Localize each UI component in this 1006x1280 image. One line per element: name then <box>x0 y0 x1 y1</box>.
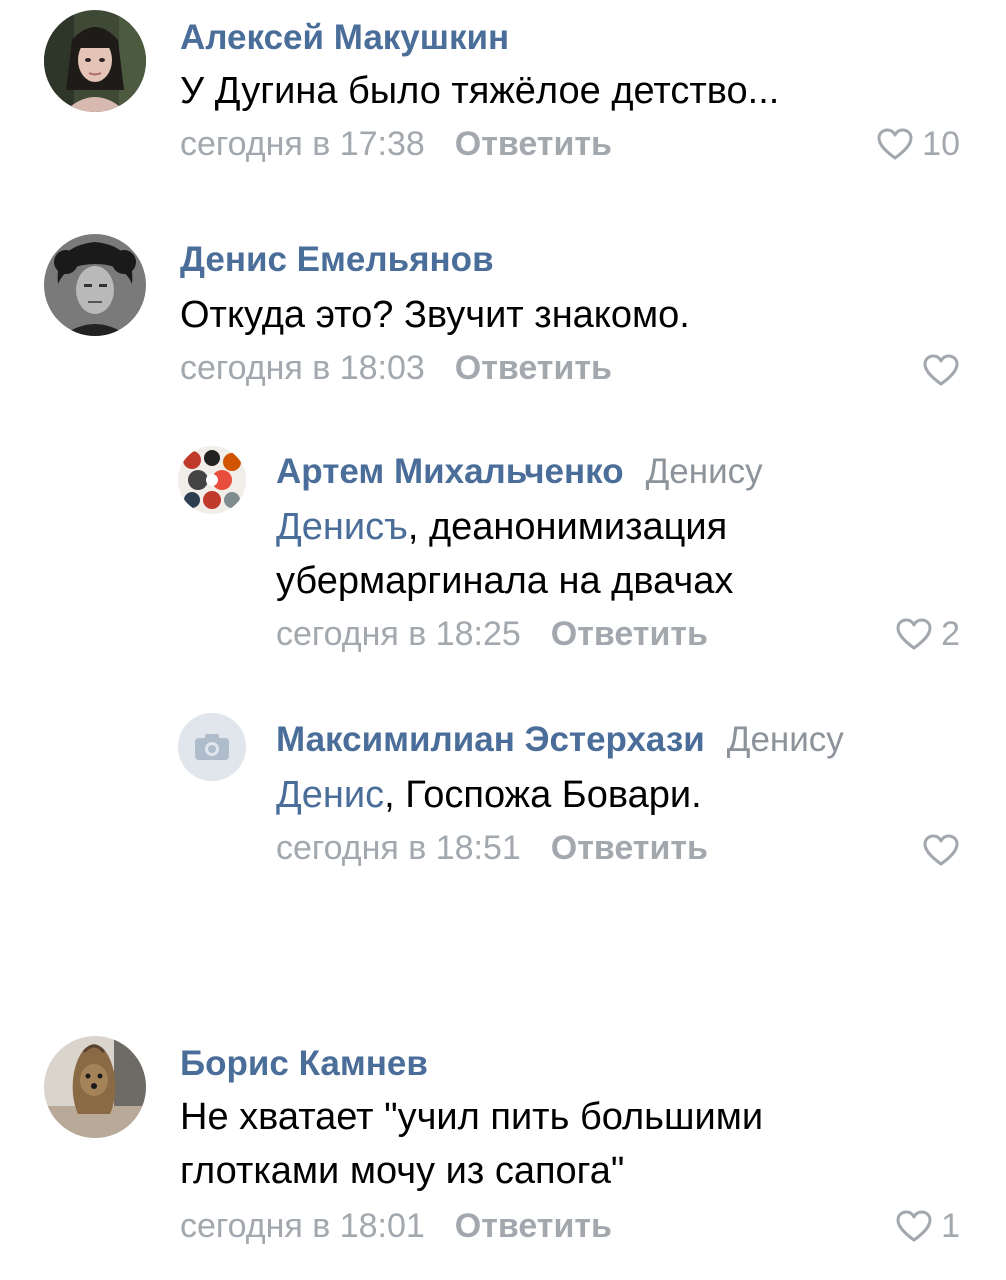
like-count: 10 <box>922 124 960 163</box>
comment-author[interactable]: Артем Михальченко <box>276 452 624 491</box>
comment-text: Не хватает "учил пить большими <box>180 1096 764 1138</box>
like-button[interactable] <box>922 350 960 390</box>
comment-text: , деанонимизация <box>407 506 728 548</box>
mention-link[interactable]: Денис <box>276 774 384 816</box>
heart-icon <box>896 1210 932 1242</box>
comment-author[interactable]: Денис Емельянов <box>180 240 494 279</box>
comment-timestamp: сегодня в 18:03 <box>180 349 425 387</box>
like-count: 1 <box>941 1206 960 1245</box>
comment-text: Откуда это? Звучит знакомо. <box>180 294 690 336</box>
comment-timestamp: сегодня в 18:51 <box>276 829 521 867</box>
user-photo-dog <box>44 1036 146 1138</box>
comment-text: убермаргинала на двачах <box>276 560 734 602</box>
avatar[interactable] <box>178 713 246 781</box>
reply-to-label[interactable]: Денису <box>646 452 763 491</box>
camera-placeholder-icon <box>178 713 246 781</box>
heart-icon <box>923 354 959 386</box>
comment-text: , Госпожа Бовари. <box>384 774 702 816</box>
comment-author[interactable]: Максимилиан Эстерхази <box>276 720 705 759</box>
comment-text: глотками мочу из сапога" <box>180 1150 625 1192</box>
comment-author[interactable]: Алексей Макушкин <box>180 18 509 57</box>
avatar[interactable] <box>44 234 146 336</box>
comment-timestamp: сегодня в 18:01 <box>180 1207 425 1245</box>
like-count: 2 <box>941 614 960 653</box>
comment-text: У Дугина было тяжёлое детство... <box>180 70 780 112</box>
avatar[interactable] <box>44 10 146 112</box>
like-button[interactable]: 2 <box>895 614 960 654</box>
mention-link[interactable]: Денисъ <box>276 506 408 548</box>
comment-author[interactable]: Борис Камнев <box>180 1044 428 1083</box>
avatar[interactable] <box>178 446 246 514</box>
comment-timestamp: сегодня в 17:38 <box>180 125 425 163</box>
user-photo-collage <box>178 446 246 514</box>
heart-icon <box>877 128 913 160</box>
user-photo-man-bw <box>44 234 146 336</box>
comment-text-line: Денисъ, деанонимизация <box>276 500 733 554</box>
reply-button[interactable]: Ответить <box>455 349 612 387</box>
reply-to-label[interactable]: Денису <box>727 720 844 759</box>
avatar[interactable] <box>44 1036 146 1138</box>
like-button[interactable] <box>922 830 960 870</box>
heart-icon <box>923 834 959 866</box>
comment-text-line: Денис, Госпожа Бовари. <box>276 768 702 822</box>
like-button[interactable]: 10 <box>876 124 960 164</box>
user-photo-girl <box>44 10 146 112</box>
reply-button[interactable]: Ответить <box>551 829 708 867</box>
comment-timestamp: сегодня в 18:25 <box>276 615 521 653</box>
heart-icon <box>896 618 932 650</box>
reply-button[interactable]: Ответить <box>551 615 708 653</box>
reply-button[interactable]: Ответить <box>455 125 612 163</box>
reply-button[interactable]: Ответить <box>455 1207 612 1245</box>
like-button[interactable]: 1 <box>895 1206 960 1246</box>
